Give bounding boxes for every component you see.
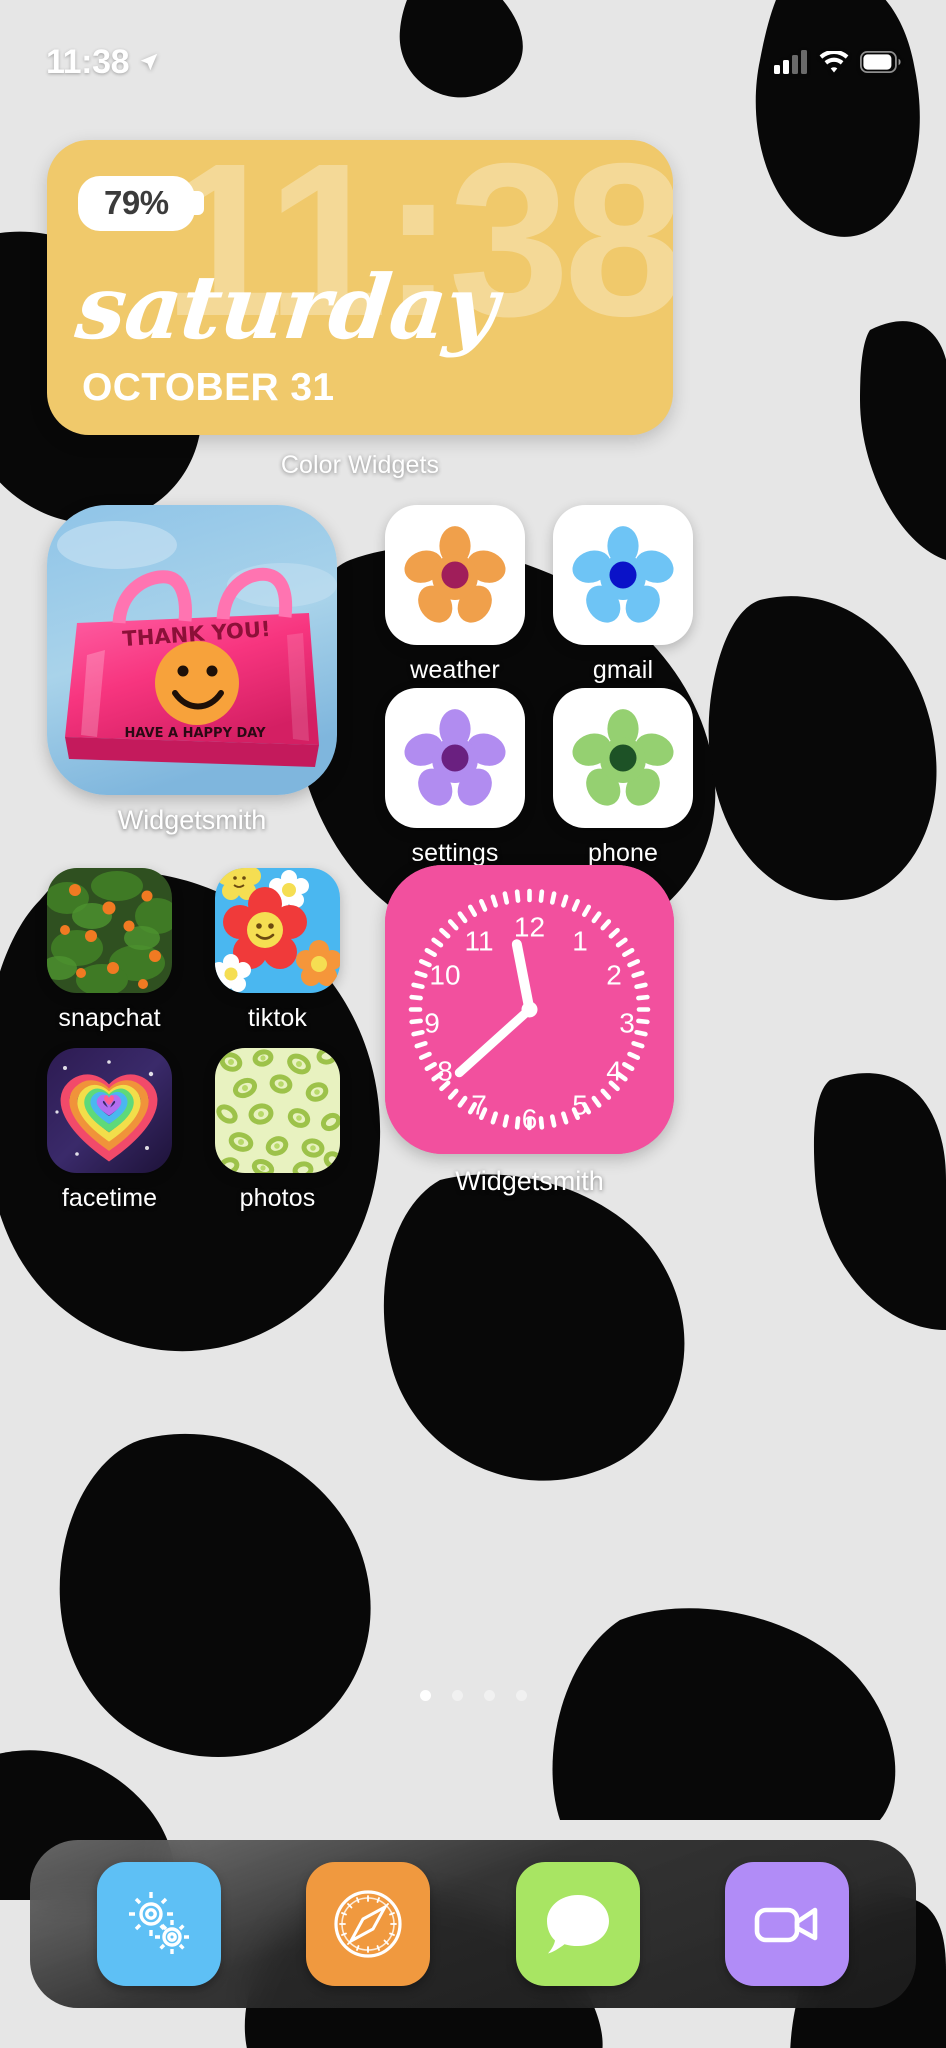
app-icon-gmail[interactable] — [553, 505, 693, 645]
page-dot-1[interactable] — [419, 1690, 431, 1701]
app-label-weather: weather — [410, 656, 500, 684]
app-facetime[interactable]: facetime — [47, 1048, 172, 1213]
app-icon-phone[interactable] — [553, 688, 693, 828]
svg-text:11: 11 — [464, 926, 493, 957]
svg-text:HAVE A HAPPY DAY: HAVE A HAPPY DAY — [124, 726, 266, 741]
status-bar: 11:38 — [0, 0, 946, 94]
flower-icon — [572, 709, 674, 806]
app-weather[interactable]: weather — [385, 505, 525, 685]
color-widgets-weekday: saturday — [71, 255, 502, 359]
svg-text:6: 6 — [522, 1104, 538, 1135]
flower-icon — [404, 526, 506, 623]
app-label-photos: photos — [239, 1184, 316, 1212]
app-photos[interactable]: photos — [215, 1048, 340, 1213]
app-gmail[interactable]: gmail — [553, 505, 693, 685]
status-bar-left: 11:38 — [46, 45, 160, 79]
svg-text:5: 5 — [572, 1090, 588, 1121]
widget-label-widgetsmith-photo: Widgetsmith — [117, 805, 267, 835]
svg-text:9: 9 — [424, 1008, 440, 1039]
flower-icon — [572, 526, 674, 623]
orange-flowers-garden-photo — [47, 868, 172, 993]
app-tiktok[interactable]: tiktok — [215, 868, 340, 1033]
green-leopard-print-photo — [215, 1048, 340, 1173]
dock-app-settings[interactable] — [96, 1862, 221, 1986]
app-icon-weather[interactable] — [385, 505, 525, 645]
page-dot-4[interactable] — [515, 1690, 527, 1701]
app-label-phone: phone — [587, 839, 659, 867]
app-icon-settings[interactable] — [385, 688, 525, 828]
app-snapchat[interactable]: snapchat — [47, 868, 172, 1033]
svg-text:7: 7 — [471, 1090, 487, 1121]
status-bar-right — [774, 50, 902, 74]
app-icon-snapchat[interactable] — [47, 868, 172, 993]
widget-widgetsmith-photo[interactable]: THANK YOU! HAVE A HAPPY DAY — [47, 505, 337, 795]
signal-bars-icon — [774, 50, 807, 74]
pink-shopping-bags-photo: THANK YOU! HAVE A HAPPY DAY — [47, 505, 337, 795]
location-arrow-icon — [140, 53, 158, 71]
app-phone[interactable]: phone — [553, 688, 693, 868]
app-label-facetime: facetime — [61, 1184, 158, 1212]
battery-percent-badge: 79% — [78, 176, 195, 231]
svg-text:8: 8 — [437, 1056, 453, 1087]
svg-text:12: 12 — [514, 912, 545, 943]
app-icon-facetime[interactable] — [47, 1048, 172, 1173]
analog-clock-face: 12 1 2 3 4 5 6 7 8 9 10 11 — [385, 865, 674, 1154]
dock-app-safari[interactable] — [306, 1862, 431, 1986]
rainbow-heart-photo — [47, 1048, 172, 1173]
app-icon-tiktok[interactable] — [215, 868, 340, 993]
wifi-icon — [819, 50, 849, 72]
widget-label-color-widgets: Color Widgets — [280, 451, 440, 479]
smiley-daisy-photo — [215, 868, 340, 993]
widget-color-widgets[interactable]: 11:38 79% saturday OCTOBER 31 Color Widg… — [47, 140, 673, 480]
page-dot-3[interactable] — [483, 1690, 495, 1701]
video-camera-icon — [754, 1907, 818, 1943]
page-dots[interactable] — [0, 1690, 946, 1701]
svg-text:1: 1 — [572, 926, 588, 957]
widget-label-widgetsmith-clock: Widgetsmith — [455, 1166, 604, 1196]
battery-icon — [860, 51, 901, 73]
color-widgets-date: OCTOBER 31 — [82, 366, 335, 409]
app-settings[interactable]: settings — [385, 688, 525, 868]
dock-app-facetime[interactable] — [725, 1862, 850, 1986]
app-label-gmail: gmail — [592, 656, 654, 684]
svg-text:4: 4 — [606, 1056, 622, 1087]
widget-widgetsmith-clock[interactable]: 12 1 2 3 4 5 6 7 8 9 10 11 — [385, 865, 674, 1154]
app-label-settings: settings — [411, 839, 499, 867]
app-icon-photos[interactable] — [215, 1048, 340, 1173]
svg-text:10: 10 — [429, 960, 460, 991]
status-bar-time: 11:38 — [46, 43, 130, 81]
app-label-tiktok: tiktok — [248, 1004, 307, 1032]
dock — [30, 1840, 916, 2008]
flower-icon — [404, 709, 506, 806]
page-dot-2[interactable] — [451, 1690, 463, 1701]
svg-text:2: 2 — [606, 960, 622, 991]
speech-bubble-icon — [546, 1895, 609, 1954]
gears-icon — [128, 1892, 189, 1954]
color-widgets-card[interactable]: 11:38 79% saturday OCTOBER 31 — [47, 140, 673, 435]
app-label-snapchat: snapchat — [58, 1004, 161, 1032]
svg-text:3: 3 — [619, 1008, 635, 1039]
compass-icon — [334, 1890, 402, 1958]
dock-app-messages[interactable] — [515, 1862, 640, 1986]
